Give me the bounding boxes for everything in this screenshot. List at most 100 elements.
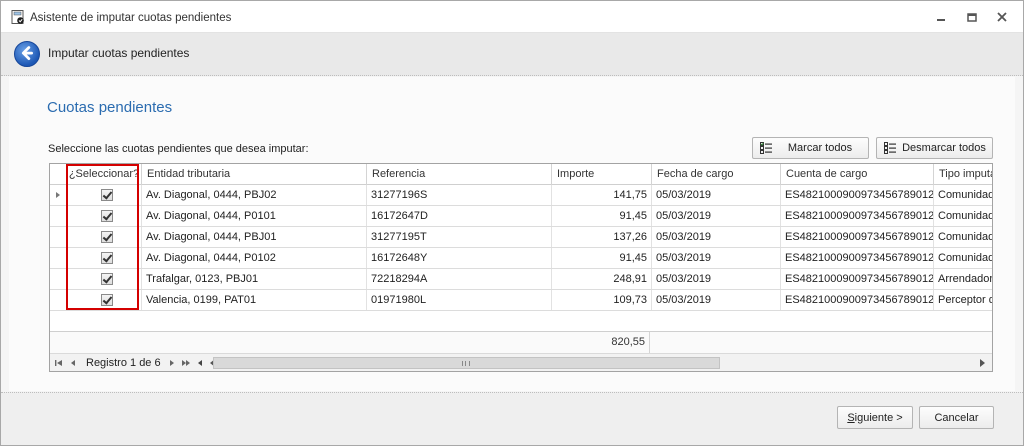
unmark-all-button[interactable]: Desmarcar todos <box>876 137 993 159</box>
row-indicator <box>50 248 67 268</box>
cell-select <box>67 248 142 268</box>
cell-entity: Av. Diagonal, 0444, PBJ01 <box>142 227 367 247</box>
cell-type: Comunidad <box>938 252 993 264</box>
cell-charge-account: ES4821000900973456789012 <box>781 248 934 268</box>
column-header-charge-account[interactable]: Cuenta de cargo <box>781 164 934 185</box>
grid-navigator: Registro 1 de 6 <box>50 353 992 371</box>
cell-entity: Av. Diagonal, 0444, P0102 <box>142 248 367 268</box>
cell-charge-date: 05/03/2019 <box>652 206 781 226</box>
main-content: Cuotas pendientes Seleccione las cuotas … <box>9 77 1015 391</box>
unmark-all-label: Desmarcar todos <box>902 142 986 154</box>
back-button[interactable] <box>14 41 40 67</box>
cell-charge-account: ES4821000900973456789012 <box>781 227 934 247</box>
title-bar: Asistente de imputar cuotas pendientes <box>1 1 1023 33</box>
scroll-right-icon[interactable] <box>980 359 985 367</box>
wizard-footer: Siguiente > Cancelar <box>1 392 1023 445</box>
maximize-icon[interactable] <box>964 9 980 25</box>
navigator-menu-icon[interactable] <box>195 358 205 368</box>
section-title: Cuotas pendientes <box>47 99 173 116</box>
cell-type: Comunidad <box>938 189 993 201</box>
column-header-entity[interactable]: Entidad tributaria <box>142 164 367 185</box>
table-row[interactable]: Av. Diagonal, 0444, P0102 16172648Y 91,45 0… <box>50 248 993 269</box>
cell-select <box>67 185 142 205</box>
cell-type: Comunidad <box>938 210 993 222</box>
cell-select <box>67 290 142 310</box>
cell-select <box>67 206 142 226</box>
last-record-icon[interactable] <box>181 358 191 368</box>
cell-amount: 248,91 <box>552 269 652 289</box>
cell-entity: Av. Diagonal, 0444, PBJ02 <box>142 185 367 205</box>
select-checkbox[interactable] <box>101 189 113 201</box>
list-check-icon <box>760 142 772 154</box>
cell-charge-date: 05/03/2019 <box>652 185 781 205</box>
page-title: Imputar cuotas pendientes <box>48 46 190 60</box>
scroll-grip-icon <box>462 361 470 366</box>
column-header-type[interactable]: Tipo imputa <box>934 164 992 185</box>
grid-footer: 820,55 <box>50 331 992 353</box>
first-record-icon[interactable] <box>54 358 64 368</box>
cancel-button[interactable]: Cancelar <box>919 406 994 429</box>
cell-amount: 141,75 <box>552 185 652 205</box>
select-checkbox[interactable] <box>101 273 113 285</box>
cell-reference: 01971980L <box>367 290 552 310</box>
wizard-window: Asistente de imputar cuotas pendientes I… <box>0 0 1024 446</box>
next-record-icon[interactable] <box>167 358 177 368</box>
row-indicator <box>50 227 67 247</box>
select-checkbox[interactable] <box>101 210 113 222</box>
previous-record-icon[interactable] <box>68 358 78 368</box>
cell-charge-account: ES4821000900973456789012 <box>781 290 934 310</box>
cell-charge-account: ES4821000900973456789012 <box>781 269 934 289</box>
cell-select <box>67 227 142 247</box>
select-checkbox[interactable] <box>101 294 113 306</box>
list-uncheck-icon <box>884 142 896 154</box>
cell-charge-date: 05/03/2019 <box>652 269 781 289</box>
grid-header: ¿Seleccionar? Entidad tributaria Referen… <box>50 164 992 185</box>
window-title: Asistente de imputar cuotas pendientes <box>30 12 232 24</box>
cell-charge-account: ES4821000900973456789012 <box>781 206 934 226</box>
indicator-header <box>50 164 67 185</box>
column-header-charge-date[interactable]: Fecha de cargo <box>652 164 781 185</box>
row-indicator <box>50 206 67 226</box>
cell-charge-date: 05/03/2019 <box>652 227 781 247</box>
mark-all-label: Marcar todos <box>787 142 853 154</box>
cell-charge-date: 05/03/2019 <box>652 290 781 310</box>
next-button-label: Siguiente > <box>847 411 903 424</box>
column-header-select[interactable]: ¿Seleccionar? <box>67 164 142 185</box>
column-header-amount[interactable]: Importe <box>552 164 652 185</box>
select-checkbox[interactable] <box>101 252 113 264</box>
cell-charge-account: ES4821000900973456789012 <box>781 185 934 205</box>
cell-amount: 91,45 <box>552 206 652 226</box>
cell-type: Comunidad <box>938 231 993 243</box>
current-row-arrow-icon <box>56 192 60 198</box>
table-row[interactable]: Valencia, 0199, PAT01 01971980L 109,73 05/0… <box>50 290 993 311</box>
table-row[interactable]: Av. Diagonal, 0444, P0101 16172647D 91,45 0… <box>50 206 993 227</box>
next-button[interactable]: Siguiente > <box>837 406 913 429</box>
cell-amount: 137,26 <box>552 227 652 247</box>
wizard-header: Imputar cuotas pendientes <box>1 33 1023 76</box>
amount-total: 820,55 <box>553 332 650 353</box>
table-row[interactable]: Trafalgar, 0123, PBJ01 72218294A 248,91 05/… <box>50 269 992 290</box>
calculator-icon <box>11 10 24 24</box>
select-checkbox[interactable] <box>101 231 113 243</box>
cell-reference: 31277196S <box>367 185 552 205</box>
cell-entity: Av. Diagonal, 0444, P0101 <box>142 206 367 226</box>
close-icon[interactable] <box>994 9 1010 25</box>
record-counter: Registro 1 de 6 <box>86 357 161 369</box>
minimize-icon[interactable] <box>933 9 949 25</box>
table-row[interactable]: Av. Diagonal, 0444, PBJ02 31277196S 141,75… <box>50 185 993 206</box>
cell-type: Perceptor d <box>938 294 993 306</box>
cell-amount: 91,45 <box>552 248 652 268</box>
cell-amount: 109,73 <box>552 290 652 310</box>
cell-reference: 16172648Y <box>367 248 552 268</box>
cell-entity: Valencia, 0199, PAT01 <box>142 290 367 310</box>
horizontal-scrollbar[interactable] <box>210 357 985 369</box>
row-indicator <box>50 185 67 205</box>
cell-select <box>67 269 142 289</box>
table-row[interactable]: Av. Diagonal, 0444, PBJ01 31277195T 137,26… <box>50 227 993 248</box>
cell-reference: 31277195T <box>367 227 552 247</box>
scrollbar-thumb[interactable] <box>213 357 720 369</box>
mark-all-button[interactable]: Marcar todos <box>752 137 869 159</box>
column-header-reference[interactable]: Referencia <box>367 164 552 185</box>
instruction-text: Seleccione las cuotas pendientes que des… <box>48 143 309 155</box>
cell-reference: 16172647D <box>367 206 552 226</box>
